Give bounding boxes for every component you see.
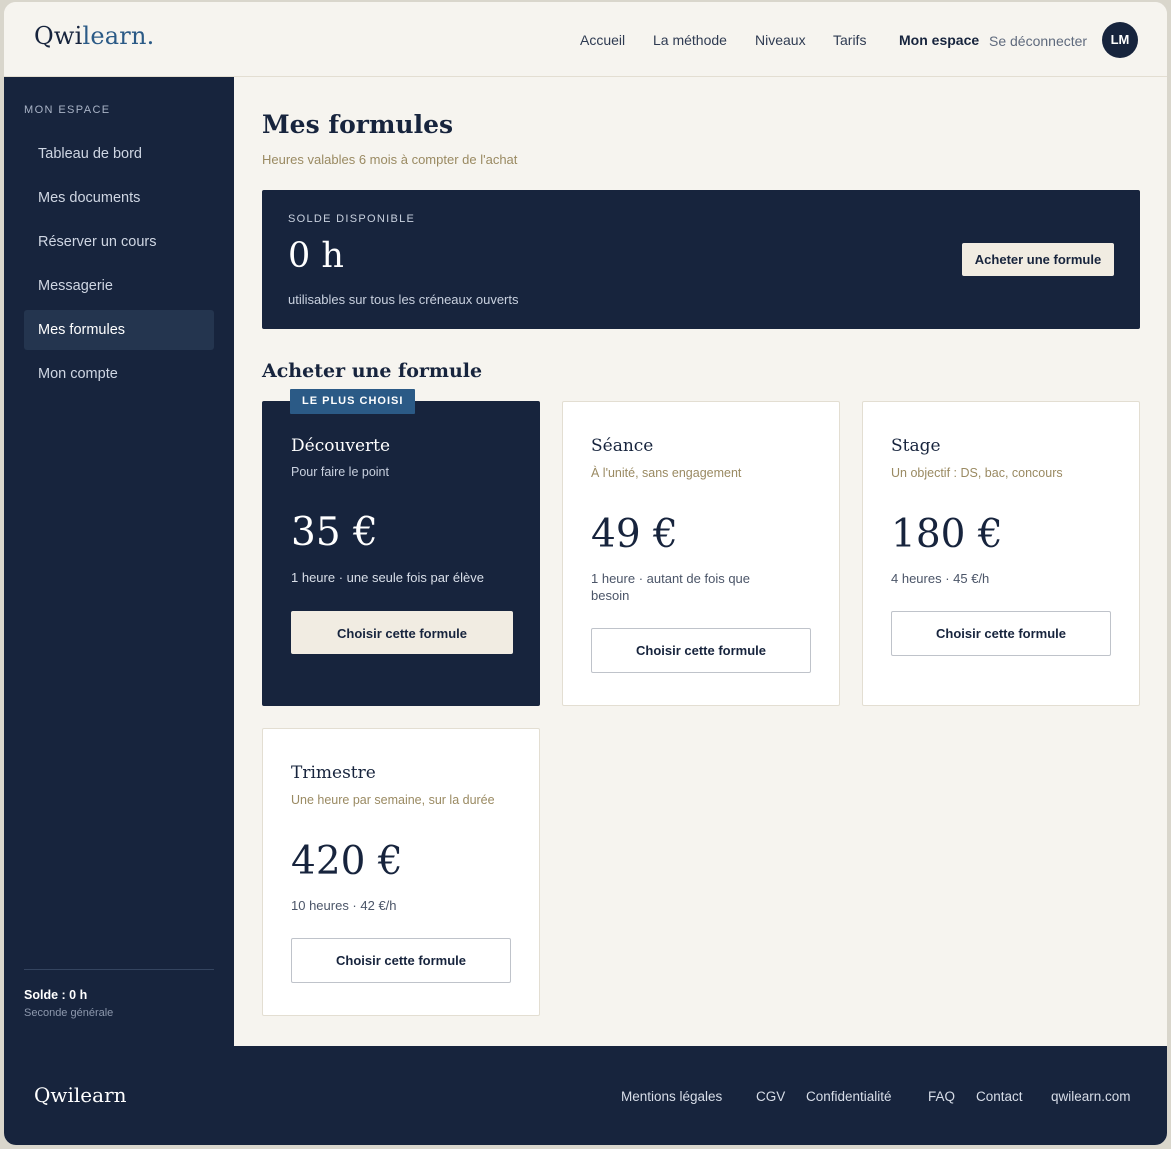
choose-plan-button[interactable]: Choisir cette formule [291, 938, 511, 983]
sidebar-item-label: Mes formules [38, 322, 126, 338]
balance-label: SOLDE DISPONIBLE [288, 213, 416, 225]
page-subtitle: Heures valables 6 mois à compter de l'ac… [262, 152, 518, 167]
choose-plan-button[interactable]: Choisir cette formule [591, 628, 811, 673]
plan-name: Stage [891, 436, 941, 456]
sidebar-level: Seconde générale [24, 1007, 114, 1019]
logo-main-text: Qwi [34, 22, 83, 50]
plan-name: Trimestre [291, 763, 376, 783]
sidebar-item-label: Messagerie [38, 278, 113, 294]
balance-note: utilisables sur tous les créneaux ouvert… [288, 292, 519, 307]
plan-price: 180 € [891, 512, 1003, 557]
popular-badge: LE PLUS CHOISI [290, 389, 416, 414]
sidebar-item-label: Réserver un cours [38, 234, 157, 250]
nav-link-niveaux[interactable]: Niveaux [755, 32, 806, 48]
sidebar-item-mon-compte[interactable]: Mon compte [24, 354, 214, 394]
plan-detail: 4 heures · 45 €/h [891, 571, 990, 586]
buy-plan-button[interactable]: Acheter une formule [962, 243, 1114, 276]
sidebar-item-label: Mes documents [38, 190, 141, 206]
plan-tagline: Un objectif : DS, bac, concours [891, 466, 1063, 480]
plan-tagline: Pour faire le point [291, 465, 389, 479]
choose-plan-button[interactable]: Choisir cette formule [891, 611, 1111, 656]
sidebar-item-messagerie[interactable]: Messagerie [24, 266, 214, 306]
sidebar-item-mes-formules[interactable]: Mes formules [24, 310, 214, 350]
plan-detail: 10 heures · 42 €/h [291, 898, 397, 913]
nav-link-accueil[interactable]: Accueil [580, 32, 625, 48]
nav-link-methode[interactable]: La méthode [653, 32, 727, 48]
plan-price: 420 € [291, 839, 403, 884]
sidebar-heading: MON ESPACE [24, 104, 111, 116]
nav-link-mon-espace[interactable]: Mon espace [899, 32, 979, 48]
page-title: Mes formules [262, 110, 454, 139]
footer-logo[interactable]: Qwilearn [34, 1083, 127, 1107]
plan-name: Découverte [291, 436, 391, 456]
plan-price: 35 € [291, 510, 378, 555]
plan-detail: 1 heure · autant de fois que besoin [591, 571, 751, 603]
plan-tagline: Une heure par semaine, sur la durée [291, 793, 495, 807]
plan-name: Séance [591, 436, 654, 456]
nav-link-tarifs[interactable]: Tarifs [833, 32, 866, 48]
brand-logo[interactable]: Qwilearn. [34, 22, 154, 50]
section-title: Acheter une formule [262, 360, 483, 382]
user-avatar[interactable]: LM [1102, 22, 1138, 58]
top-header: Qwilearn. Accueil La méthode Niveaux Tar… [4, 2, 1167, 77]
footer-link-website[interactable]: qwilearn.com [1051, 1089, 1131, 1104]
plan-card-decouverte: LE PLUS CHOISI Découverte Pour faire le … [262, 389, 540, 706]
footer-link-cgv[interactable]: CGV [756, 1089, 785, 1104]
plan-card-stage: Stage Un objectif : DS, bac, concours 18… [862, 401, 1140, 706]
balance-value: 0 h [288, 236, 344, 276]
choose-plan-button[interactable]: Choisir cette formule [291, 611, 513, 654]
sidebar-item-mes-documents[interactable]: Mes documents [24, 178, 214, 218]
sidebar-balance: Solde : 0 h [24, 988, 88, 1002]
balance-card: SOLDE DISPONIBLE 0 h utilisables sur tou… [262, 190, 1140, 329]
sidebar-divider [24, 969, 214, 970]
plan-card-seance: Séance À l'unité, sans engagement 49 € 1… [562, 401, 840, 706]
footer-link-faq[interactable]: FAQ [928, 1089, 955, 1104]
sidebar-item-label: Mon compte [38, 366, 118, 382]
plan-detail: 1 heure · une seule fois par élève [291, 570, 484, 585]
footer-link-contact[interactable]: Contact [976, 1089, 1023, 1104]
logo-accent-text: learn. [82, 22, 155, 50]
plan-card-trimestre: Trimestre Une heure par semaine, sur la … [262, 728, 540, 1016]
main-content: Mes formules Heures valables 6 mois à co… [234, 77, 1167, 1046]
app-frame: Qwilearn. Accueil La méthode Niveaux Tar… [4, 2, 1167, 1145]
logout-link[interactable]: Se déconnecter [989, 33, 1087, 49]
sidebar-item-reserver-un-cours[interactable]: Réserver un cours [24, 222, 214, 262]
plan-tagline: À l'unité, sans engagement [591, 466, 742, 480]
sidebar-item-label: Tableau de bord [38, 146, 142, 162]
footer-link-mentions-legales[interactable]: Mentions légales [621, 1089, 722, 1104]
plan-price: 49 € [591, 512, 678, 557]
sidebar-item-tableau-de-bord[interactable]: Tableau de bord [24, 134, 214, 174]
sidebar: MON ESPACE Tableau de bord Mes documents… [4, 77, 234, 1046]
footer-link-confidentialite[interactable]: Confidentialité [806, 1089, 892, 1104]
site-footer: Qwilearn Mentions légales CGV Confidenti… [4, 1046, 1167, 1145]
